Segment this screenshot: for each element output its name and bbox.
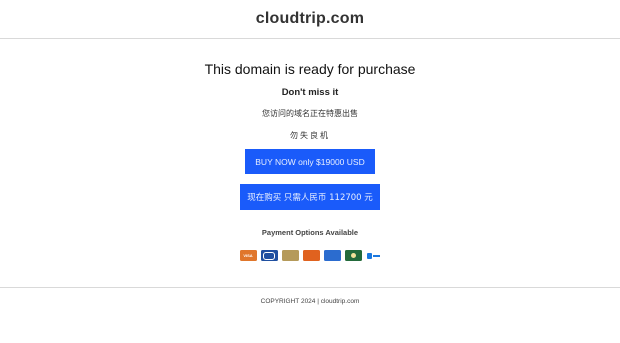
bank-icon — [344, 250, 362, 261]
chinese-slogan: 勿失良机 — [290, 131, 330, 140]
page-headline: This domain is ready for purchase — [204, 61, 416, 77]
amex-icon — [281, 250, 299, 261]
alipay-icon — [365, 250, 381, 261]
visa-label: VISA — [243, 253, 253, 258]
diners-icon — [260, 250, 278, 261]
site-header: cloudtrip.com — [0, 0, 620, 39]
buy-now-cny-button[interactable]: 现在购买 只需人民币 112700 元 — [240, 184, 380, 210]
payment-options-title: Payment Options Available — [261, 228, 359, 237]
site-footer: COPYRIGHT 2024 | cloudtrip.com — [0, 287, 620, 305]
paypal-icon — [323, 250, 341, 261]
discover-icon — [302, 250, 320, 261]
page-subheadline: Don't miss it — [281, 87, 339, 98]
copyright-text: COPYRIGHT 2024 | cloudtrip.com — [260, 298, 360, 305]
visa-icon: VISA — [239, 250, 257, 261]
site-title[interactable]: cloudtrip.com — [256, 10, 364, 28]
payment-methods-row: VISA — [0, 250, 620, 261]
main-content: This domain is ready for purchase Don't … — [0, 61, 620, 261]
chinese-notice: 您访问的域名正在特惠出售 — [262, 109, 358, 118]
buy-now-usd-button[interactable]: BUY NOW only $19000 USD — [245, 149, 375, 174]
